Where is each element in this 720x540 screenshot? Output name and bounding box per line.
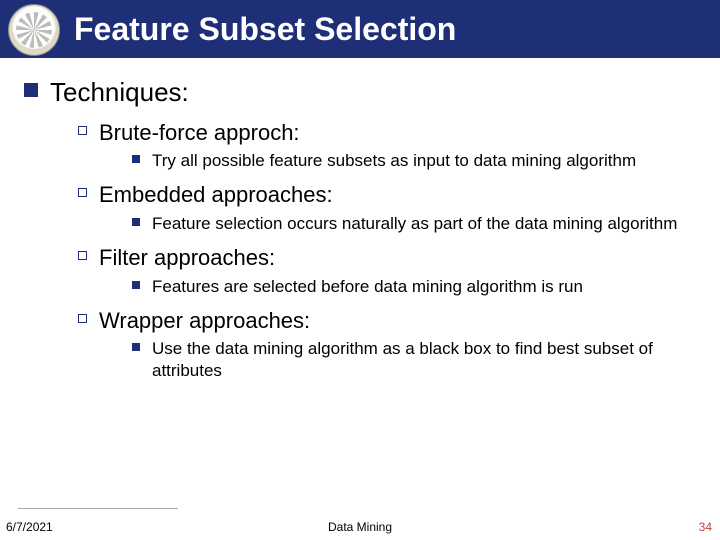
item-detail-text: Use the data mining algorithm as a black…: [152, 338, 692, 381]
list-item-detail: Try all possible feature subsets as inpu…: [132, 150, 696, 171]
university-seal-icon: [8, 4, 60, 56]
slide-body: Techniques: Brute-force approch: Try all…: [0, 58, 720, 508]
hollow-square-bullet-icon: [78, 126, 87, 135]
slide: Feature Subset Selection Techniques: Bru…: [0, 0, 720, 540]
square-bullet-icon: [132, 155, 140, 163]
list-item-detail: Features are selected before data mining…: [132, 276, 696, 297]
list-item: Brute-force approch:: [78, 119, 696, 147]
square-bullet-icon: [132, 281, 140, 289]
slide-title: Feature Subset Selection: [74, 11, 456, 48]
list-item: Wrapper approaches:: [78, 307, 696, 335]
item-detail-text: Features are selected before data mining…: [152, 276, 583, 297]
slide-footer: 6/7/2021 Data Mining 34: [0, 508, 720, 540]
page-number: 34: [699, 520, 712, 534]
item-detail-text: Feature selection occurs naturally as pa…: [152, 213, 677, 234]
footer-title: Data Mining: [328, 520, 392, 534]
divider: [18, 508, 178, 509]
item-title: Brute-force approch:: [99, 119, 300, 147]
item-detail-text: Try all possible feature subsets as inpu…: [152, 150, 636, 171]
item-title: Embedded approaches:: [99, 181, 333, 209]
list-item: Embedded approaches:: [78, 181, 696, 209]
item-title: Wrapper approaches:: [99, 307, 310, 335]
list-item-detail: Use the data mining algorithm as a black…: [132, 338, 696, 381]
footer-date: 6/7/2021: [6, 520, 53, 534]
hollow-square-bullet-icon: [78, 251, 87, 260]
heading-text: Techniques:: [50, 76, 189, 109]
hollow-square-bullet-icon: [78, 188, 87, 197]
heading-row: Techniques:: [24, 76, 696, 109]
hollow-square-bullet-icon: [78, 314, 87, 323]
square-bullet-icon: [132, 218, 140, 226]
list-item-detail: Feature selection occurs naturally as pa…: [132, 213, 696, 234]
square-bullet-icon: [132, 343, 140, 351]
list-item: Filter approaches:: [78, 244, 696, 272]
item-title: Filter approaches:: [99, 244, 275, 272]
slide-header: Feature Subset Selection: [0, 0, 720, 58]
square-bullet-icon: [24, 83, 38, 97]
